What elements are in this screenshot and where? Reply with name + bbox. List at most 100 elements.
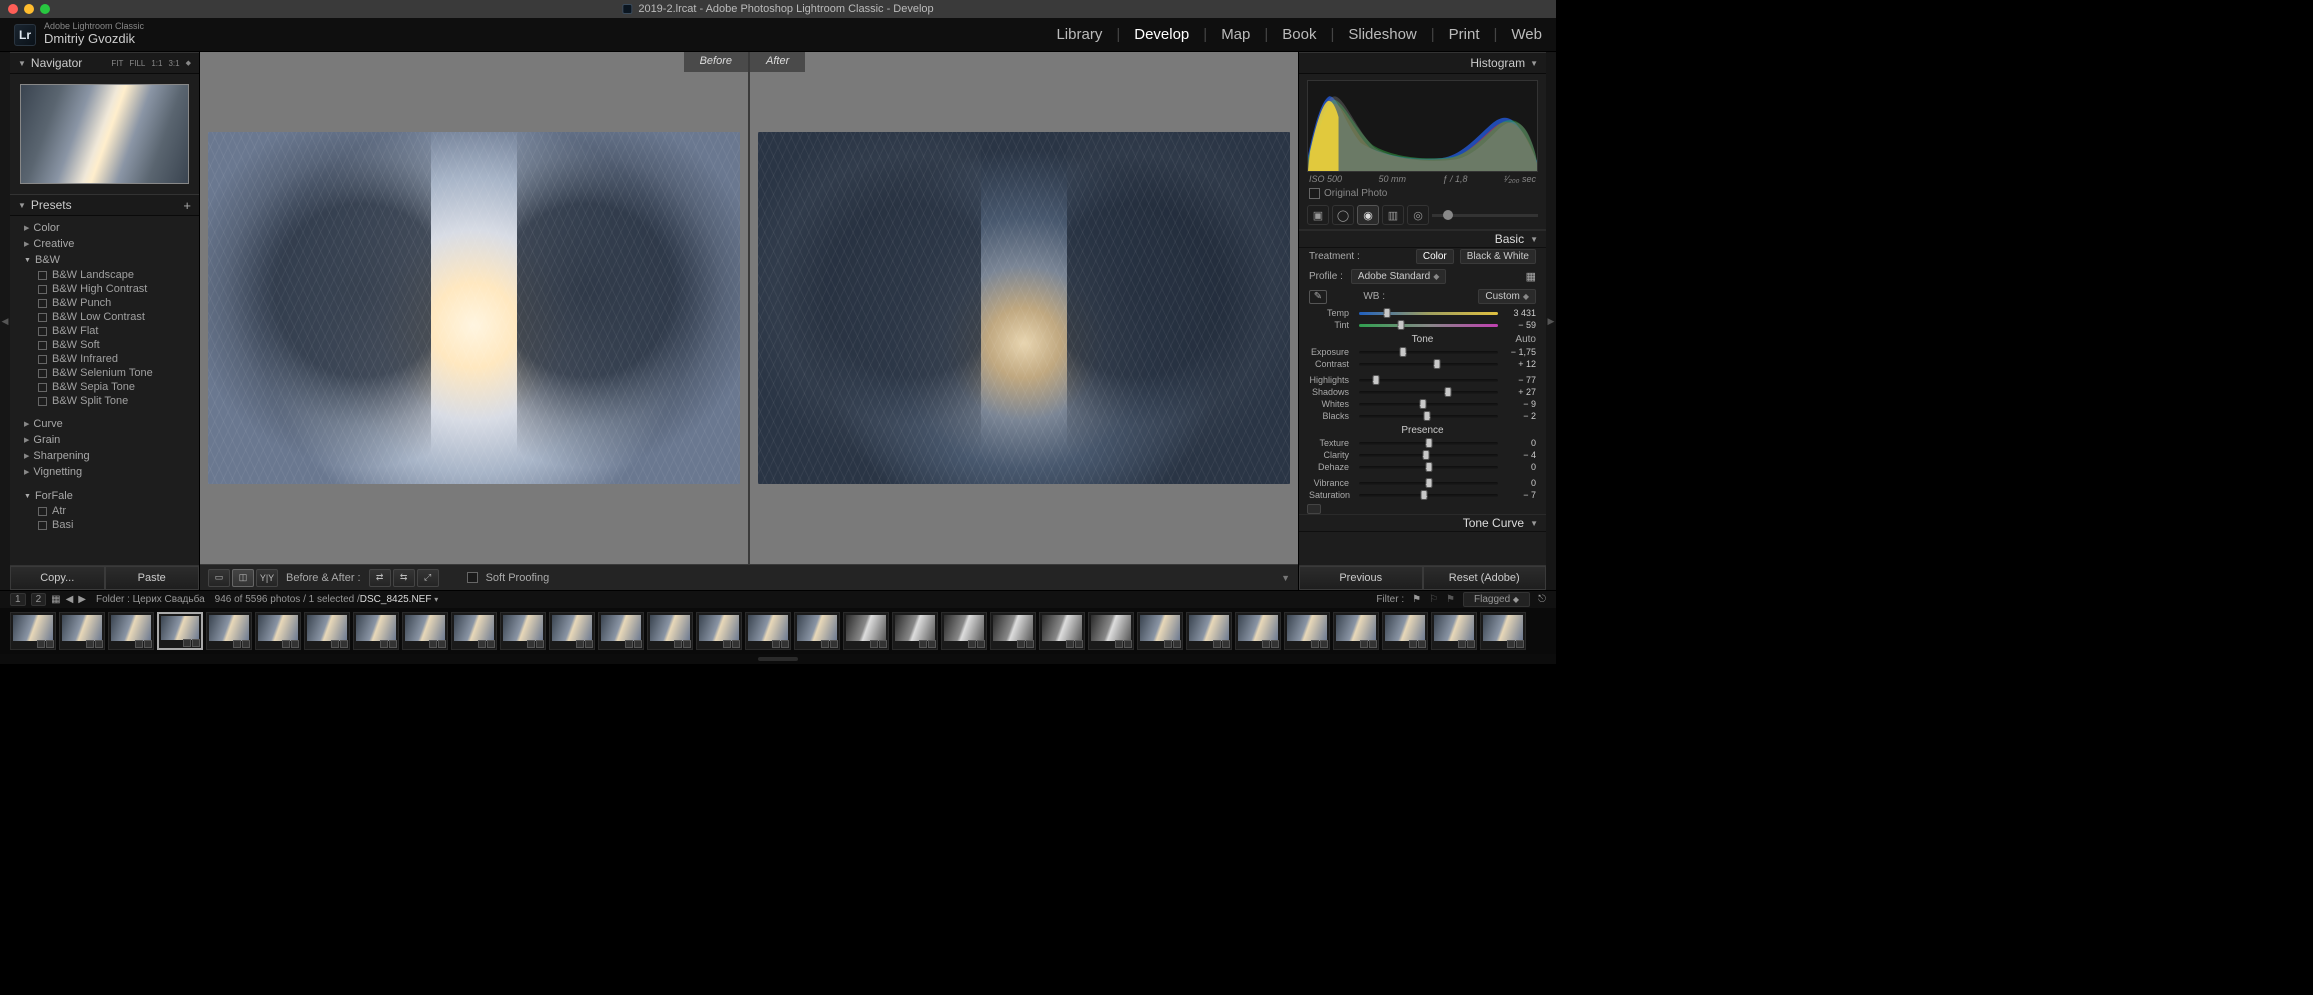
after-pane[interactable]: [750, 52, 1298, 564]
filmstrip-cell[interactable]: [794, 612, 840, 650]
filmstrip-cell[interactable]: [1137, 612, 1183, 650]
second-window-2[interactable]: 2: [31, 593, 47, 606]
presets-header[interactable]: ▼Presets +: [10, 194, 199, 216]
preset-group-vignetting[interactable]: ▶Vignetting: [16, 464, 193, 480]
profile-dropdown[interactable]: Adobe Standard◆: [1351, 269, 1446, 284]
previous-button[interactable]: Previous: [1299, 566, 1423, 590]
filmstrip-cell[interactable]: [500, 612, 546, 650]
before-pane[interactable]: [200, 52, 748, 564]
module-book[interactable]: Book: [1282, 26, 1316, 43]
tone-curve-header[interactable]: Tone Curve▼: [1299, 514, 1546, 532]
preset-item[interactable]: Basi: [16, 518, 193, 532]
left-rail-toggle[interactable]: ◀: [0, 52, 10, 590]
preset-item[interactable]: B&W Split Tone: [16, 394, 193, 408]
filmstrip-cell[interactable]: [1088, 612, 1134, 650]
jump-back-icon[interactable]: ◀: [66, 594, 74, 605]
profile-browser-icon[interactable]: ▦: [1526, 270, 1536, 283]
second-window-1[interactable]: 1: [10, 593, 26, 606]
filmstrip-cell[interactable]: [255, 612, 301, 650]
preset-item[interactable]: B&W Landscape: [16, 268, 193, 282]
filmstrip-cell[interactable]: [941, 612, 987, 650]
preset-item[interactable]: B&W Infrared: [16, 352, 193, 366]
filter-flagged-dropdown[interactable]: Flagged ◆: [1463, 592, 1530, 607]
wb-picker-icon[interactable]: ✎: [1309, 290, 1327, 304]
loupe-view-icon[interactable]: ▭: [208, 569, 230, 587]
filmstrip-cell[interactable]: [1480, 612, 1526, 650]
jump-fwd-icon[interactable]: ▶: [78, 594, 86, 605]
folder-value[interactable]: Церих Свадьба: [133, 594, 205, 605]
preset-item[interactable]: B&W Punch: [16, 296, 193, 310]
histogram-header[interactable]: Histogram▼: [1299, 52, 1546, 74]
ba-mode-1-icon[interactable]: ⇄: [369, 569, 391, 587]
exposure-slider[interactable]: [1359, 351, 1498, 354]
filmstrip-cell[interactable]: [1284, 612, 1330, 650]
copy-button[interactable]: Copy...: [10, 566, 105, 590]
filmstrip-cell[interactable]: [353, 612, 399, 650]
window-close-dot[interactable]: [8, 4, 18, 14]
module-develop[interactable]: Develop: [1134, 26, 1189, 43]
filmstrip-cell[interactable]: [1039, 612, 1085, 650]
module-web[interactable]: Web: [1511, 26, 1542, 43]
ref-view-icon[interactable]: Y|Y: [256, 569, 278, 587]
vibrance-slider[interactable]: [1359, 482, 1498, 485]
preset-group-color[interactable]: ▶Color: [16, 220, 193, 236]
filmstrip-cell[interactable]: [157, 612, 203, 650]
preset-group-grain[interactable]: ▶Grain: [16, 432, 193, 448]
nav-3-1[interactable]: 3:1: [168, 59, 179, 68]
contrast-slider[interactable]: [1359, 363, 1498, 366]
spot-tool-icon[interactable]: ◯: [1332, 205, 1354, 225]
whites-slider[interactable]: [1359, 403, 1498, 406]
ba-swap-icon[interactable]: ⤢: [417, 569, 439, 587]
histogram[interactable]: [1307, 80, 1538, 172]
filmstrip-cell[interactable]: [451, 612, 497, 650]
module-print[interactable]: Print: [1449, 26, 1480, 43]
filmstrip-cell[interactable]: [10, 612, 56, 650]
filmstrip-cell[interactable]: [990, 612, 1036, 650]
grid-view-icon[interactable]: ▦: [51, 594, 60, 605]
flag-pick-icon[interactable]: ⚑: [1412, 594, 1421, 605]
preset-group-sharpening[interactable]: ▶Sharpening: [16, 448, 193, 464]
filmstrip[interactable]: [0, 608, 1556, 654]
bottom-edge-handle[interactable]: [0, 654, 1556, 664]
preset-group-curve[interactable]: ▶Curve: [16, 416, 193, 432]
filmstrip-cell[interactable]: [1186, 612, 1232, 650]
paste-button[interactable]: Paste: [105, 566, 200, 590]
tint-slider[interactable]: [1359, 324, 1498, 327]
flag-reject-icon[interactable]: ⚑: [1446, 594, 1455, 605]
preset-item[interactable]: B&W Selenium Tone: [16, 366, 193, 380]
clarity-slider[interactable]: [1359, 454, 1498, 457]
filmstrip-cell[interactable]: [549, 612, 595, 650]
right-rail-toggle[interactable]: ▶: [1546, 52, 1556, 590]
panel-switch-icon[interactable]: [1307, 504, 1321, 514]
module-library[interactable]: Library: [1056, 26, 1102, 43]
ba-mode-2-icon[interactable]: ⇆: [393, 569, 415, 587]
window-zoom-dot[interactable]: [40, 4, 50, 14]
filter-lock-icon[interactable]: ⎋: [1538, 594, 1546, 605]
filmstrip-cell[interactable]: [1235, 612, 1281, 650]
original-photo-checkbox[interactable]: [1309, 188, 1320, 199]
grad-tool-icon[interactable]: ▥: [1382, 205, 1404, 225]
nav-fit[interactable]: FIT: [111, 59, 123, 68]
texture-slider[interactable]: [1359, 442, 1498, 445]
window-minimize-dot[interactable]: [24, 4, 34, 14]
tool-size-slider[interactable]: [1432, 205, 1538, 225]
preset-item[interactable]: B&W Sepia Tone: [16, 380, 193, 394]
blacks-slider[interactable]: [1359, 415, 1498, 418]
highlights-slider[interactable]: [1359, 379, 1498, 382]
redeye-tool-icon[interactable]: ◉: [1357, 205, 1379, 225]
temp-slider[interactable]: [1359, 312, 1498, 315]
preset-item[interactable]: B&W Low Contrast: [16, 310, 193, 324]
preset-item[interactable]: B&W High Contrast: [16, 282, 193, 296]
nav-fill[interactable]: FILL: [129, 59, 145, 68]
filmstrip-cell[interactable]: [1333, 612, 1379, 650]
dehaze-slider[interactable]: [1359, 466, 1498, 469]
add-preset-icon[interactable]: +: [183, 198, 191, 213]
auto-tone-button[interactable]: Auto: [1515, 334, 1536, 345]
filmstrip-cell[interactable]: [59, 612, 105, 650]
preset-group-creative[interactable]: ▶Creative: [16, 236, 193, 252]
module-map[interactable]: Map: [1221, 26, 1250, 43]
filmstrip-cell[interactable]: [843, 612, 889, 650]
nav-1-1[interactable]: 1:1: [151, 59, 162, 68]
crop-tool-icon[interactable]: ▣: [1307, 205, 1329, 225]
filmstrip-cell[interactable]: [304, 612, 350, 650]
